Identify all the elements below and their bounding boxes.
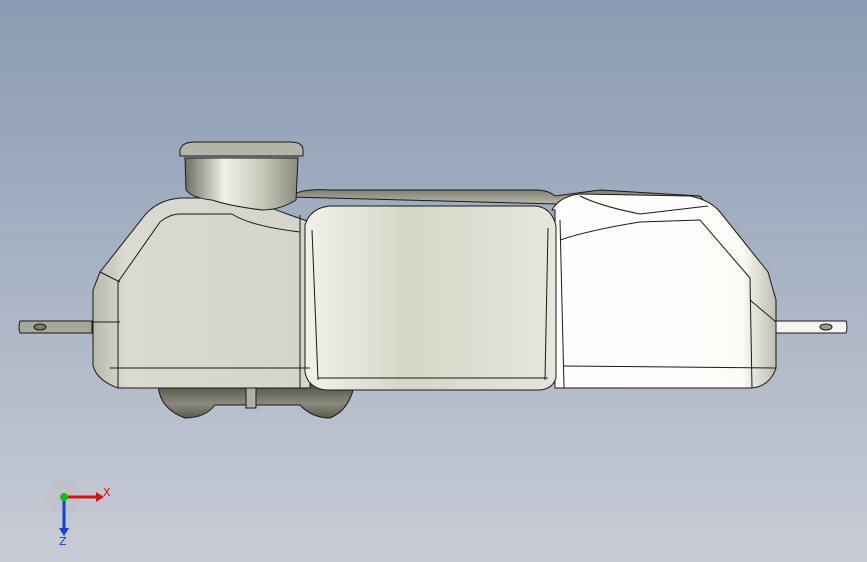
left-tab-hole: [33, 323, 47, 331]
model-view[interactable]: X Z: [0, 0, 867, 562]
x-axis-label: X: [103, 486, 111, 499]
bottom-pin: [245, 387, 257, 409]
left-mounting-tab: [18, 320, 93, 334]
y-axis-dot: [60, 493, 68, 501]
graphics-viewport[interactable]: X Z: [0, 0, 867, 562]
right-tab-hole: [819, 323, 833, 331]
tank-middle-section: [304, 205, 557, 391]
filler-neck-rim: [179, 141, 304, 157]
right-mounting-tab: [775, 320, 848, 334]
z-axis-label: Z: [59, 535, 67, 548]
